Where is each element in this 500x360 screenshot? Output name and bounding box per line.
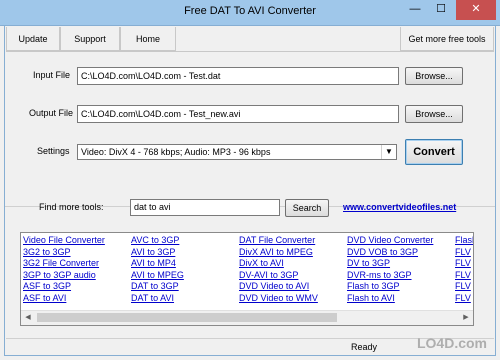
horizontal-scrollbar[interactable]: ◀ ▶ (21, 310, 473, 325)
tools-list: Video File Converter 3G2 to 3GP 3G2 File… (20, 232, 474, 326)
input-file-label: Input File (33, 70, 71, 80)
close-button[interactable]: ✕ (456, 0, 496, 20)
find-tools-label: Find more tools: (39, 202, 104, 212)
get-more-tools-button[interactable]: Get more free tools (400, 27, 494, 51)
settings-select[interactable]: Video: DivX 4 - 768 kbps; Audio: MP3 - 9… (77, 144, 397, 160)
search-button[interactable]: Search (285, 199, 329, 217)
scrollbar-thumb[interactable] (37, 313, 337, 322)
tool-link[interactable]: AVI to MPEG (131, 270, 184, 282)
input-browse-button[interactable]: Browse... (405, 67, 463, 85)
tool-link[interactable]: DVD Video to AVI (239, 281, 318, 293)
title-bar: Free DAT To AVI Converter — ☐ ✕ (0, 0, 500, 26)
tool-link[interactable]: FLV (455, 270, 473, 282)
convert-button[interactable]: Convert (405, 139, 463, 165)
tool-link[interactable]: AVI to 3GP (131, 247, 184, 259)
search-input[interactable]: dat to avi (130, 199, 280, 216)
maximize-button[interactable]: ☐ (428, 0, 454, 20)
tool-link[interactable]: AVI to MP4 (131, 258, 184, 270)
tool-link[interactable]: Flash to AVI (347, 293, 433, 305)
minimize-button[interactable]: — (402, 0, 428, 20)
tool-link[interactable]: AVC to 3GP (131, 235, 184, 247)
tool-link[interactable]: DVR-ms to 3GP (347, 270, 433, 282)
tool-link[interactable]: Flash to 3GP (347, 281, 433, 293)
tool-link[interactable]: ASF to 3GP (23, 281, 105, 293)
tool-link[interactable]: 3G2 to 3GP (23, 247, 105, 259)
tool-link[interactable]: Flash (455, 235, 473, 247)
tool-link[interactable]: ASF to AVI (23, 293, 105, 305)
input-file-field[interactable]: C:\LO4D.com\LO4D.com - Test.dat (77, 67, 399, 85)
tool-link[interactable]: DAT to 3GP (131, 281, 184, 293)
tool-link[interactable]: DivX to AVI (239, 258, 318, 270)
tool-link[interactable]: Video File Converter (23, 235, 105, 247)
tool-link[interactable]: DV to 3GP (347, 258, 433, 270)
lo4d-watermark: LO4D.com (416, 335, 487, 351)
tool-link[interactable]: FLV (455, 247, 473, 259)
settings-label: Settings (37, 146, 70, 156)
toolbar: Update Support Home Get more free tools (6, 27, 494, 52)
tool-link[interactable]: FLV (455, 258, 473, 270)
tool-link[interactable]: DAT File Converter (239, 235, 318, 247)
tool-link[interactable]: 3GP to 3GP audio (23, 270, 105, 282)
tool-link[interactable]: DivX AVI to MPEG (239, 247, 318, 259)
settings-value: Video: DivX 4 - 768 kbps; Audio: MP3 - 9… (81, 147, 271, 157)
status-text: Ready (351, 342, 378, 352)
tool-link[interactable]: DVD Video to WMV (239, 293, 318, 305)
tool-link[interactable]: DV-AVI to 3GP (239, 270, 318, 282)
main-window: Update Support Home Get more free tools … (4, 26, 496, 356)
update-button[interactable]: Update (6, 27, 60, 51)
conversion-panel: Input File C:\LO4D.com\LO4D.com - Test.d… (5, 56, 495, 207)
output-browse-button[interactable]: Browse... (405, 105, 463, 123)
tool-link[interactable]: DVD VOB to 3GP (347, 247, 433, 259)
chevron-down-icon[interactable]: ▼ (381, 145, 396, 159)
output-file-label: Output File (29, 108, 74, 118)
tool-link[interactable]: FLV (455, 293, 473, 305)
home-button[interactable]: Home (120, 27, 176, 51)
tool-link[interactable]: DVD Video Converter (347, 235, 433, 247)
scroll-left-icon[interactable]: ◀ (21, 311, 35, 325)
tool-link[interactable]: DAT to AVI (131, 293, 184, 305)
scroll-right-icon[interactable]: ▶ (459, 311, 473, 325)
tool-link[interactable]: FLV (455, 281, 473, 293)
output-file-field[interactable]: C:\LO4D.com\LO4D.com - Test_new.avi (77, 105, 399, 123)
tool-link[interactable]: 3G2 File Converter (23, 258, 105, 270)
website-link[interactable]: www.convertvideofiles.net (343, 202, 456, 212)
support-button[interactable]: Support (60, 27, 120, 51)
